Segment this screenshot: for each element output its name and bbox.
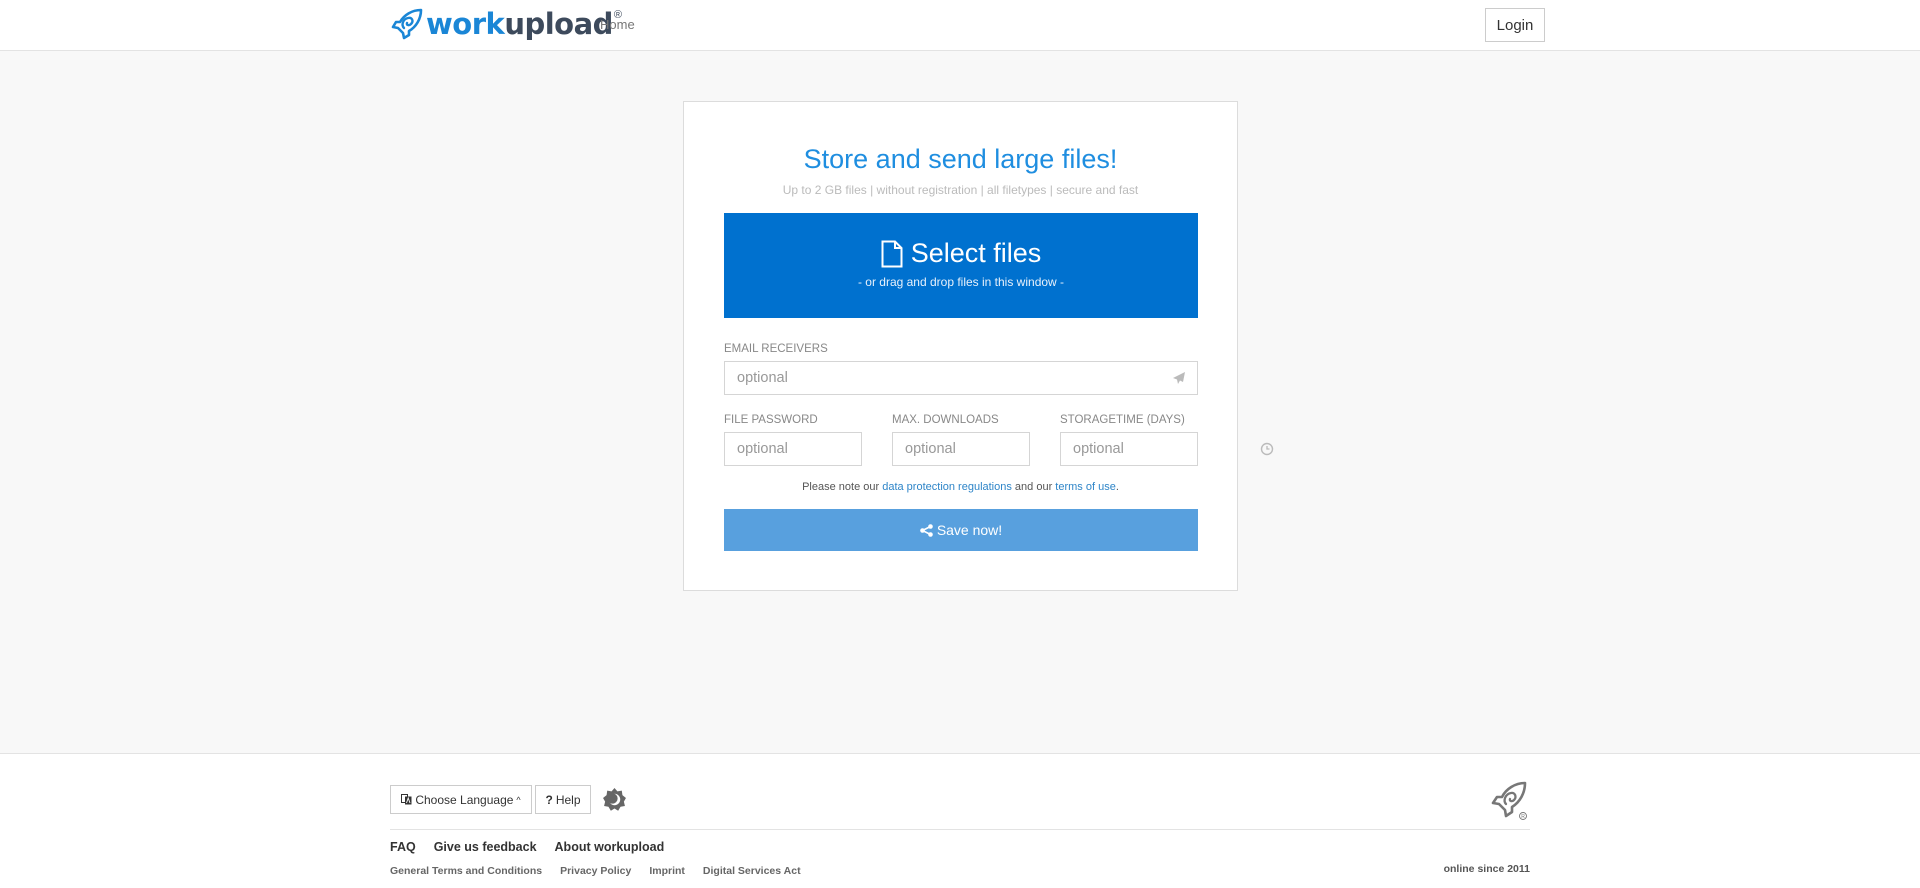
- terms-conditions-link[interactable]: General Terms and Conditions: [390, 865, 542, 877]
- file-password-label: FILE PASSWORD: [724, 414, 818, 426]
- logo-link[interactable]: workupload ®: [390, 7, 622, 41]
- about-link[interactable]: About workupload: [555, 840, 665, 854]
- choose-language-label: Choose Language: [415, 792, 514, 807]
- faq-link[interactable]: FAQ: [390, 840, 416, 854]
- feedback-link[interactable]: Give us feedback: [434, 840, 537, 854]
- select-files-label: Select files: [910, 238, 1042, 268]
- login-button[interactable]: Login: [1485, 8, 1545, 42]
- footer-legal-links: General Terms and Conditions Privacy Pol…: [390, 865, 801, 877]
- select-files-label-row: Select files: [881, 238, 1042, 269]
- help-label: Help: [555, 792, 581, 807]
- digital-services-act-link[interactable]: Digital Services Act: [703, 865, 801, 877]
- privacy-policy-link[interactable]: Privacy Policy: [560, 865, 631, 877]
- save-now-button[interactable]: Save now!: [724, 509, 1198, 551]
- file-password-field-wrap: [724, 432, 936, 466]
- paper-plane-icon: [1173, 372, 1185, 384]
- terms-note: Please note our data protection regulati…: [802, 481, 1119, 493]
- clock-icon: [1260, 442, 1274, 456]
- page-footer: Choose Language ^ ? Help R FAQ Give us f…: [0, 753, 1920, 888]
- max-downloads-label: MAX. DOWNLOADS: [892, 414, 999, 426]
- storagetime-field-wrap: [1060, 432, 1274, 466]
- online-since-text: online since 2011: [1443, 863, 1530, 875]
- dark-mode-toggle-icon[interactable]: [602, 787, 627, 812]
- upload-card: Store and send large files! Up to 2 GB f…: [683, 101, 1274, 591]
- logo-text: workupload: [426, 7, 613, 41]
- save-now-label: Save now!: [936, 522, 1003, 538]
- storagetime-input[interactable]: [1061, 433, 1260, 465]
- email-receivers-field-wrap: [724, 361, 1198, 395]
- nav-home-link[interactable]: Home: [600, 17, 635, 32]
- drag-drop-hint: - or drag and drop files in this window …: [857, 275, 1065, 289]
- storagetime-label: STORAGETIME (DAYS): [1060, 414, 1185, 426]
- page-title: Store and send large files!: [803, 144, 1118, 174]
- svg-text:R: R: [1521, 814, 1525, 820]
- email-receivers-label: EMAIL RECEIVERS: [724, 343, 828, 355]
- question-icon: ?: [545, 792, 553, 807]
- help-button[interactable]: ? Help: [535, 785, 591, 814]
- max-downloads-field-wrap: [892, 432, 1105, 466]
- page-subtitle: Up to 2 GB files | without registration …: [782, 183, 1139, 197]
- rocket-footer-icon: R: [1491, 781, 1527, 820]
- footer-main-links: FAQ Give us feedback About workupload: [390, 840, 664, 854]
- chevron-up-icon: ^: [516, 794, 521, 805]
- terms-of-use-link[interactable]: terms of use: [1055, 481, 1116, 493]
- select-files-dropzone[interactable]: Select files - or drag and drop files in…: [724, 213, 1198, 318]
- rocket-logo-icon: [391, 8, 423, 40]
- data-protection-link[interactable]: data protection regulations: [882, 481, 1012, 493]
- choose-language-button[interactable]: Choose Language ^: [390, 785, 532, 814]
- language-icon: [401, 794, 412, 805]
- footer-divider: [390, 829, 1530, 830]
- top-header: workupload ® Home Login: [0, 0, 1920, 51]
- share-icon: [920, 523, 933, 537]
- file-icon: [881, 240, 903, 267]
- email-receivers-input[interactable]: [725, 362, 1172, 394]
- imprint-link[interactable]: Imprint: [649, 865, 685, 877]
